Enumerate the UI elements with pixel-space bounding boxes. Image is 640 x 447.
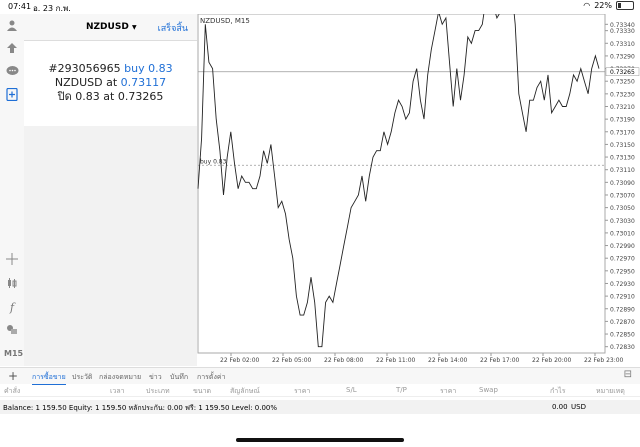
- y-tick-label: 0.73250: [610, 79, 635, 86]
- balance-text: Balance: 1 159.50 Equity: 1 159.50 หลักป…: [3, 404, 278, 412]
- trade-arrows-icon[interactable]: [5, 41, 19, 55]
- y-tick-label: 0.72990: [610, 243, 635, 250]
- col-current-price: ราคา: [440, 387, 457, 395]
- left-toolbar: f M15: [0, 14, 25, 366]
- symbol-dropdown[interactable]: NZDUSD ▼: [86, 22, 137, 32]
- x-tick-label: 22 Feb 02:00: [220, 357, 260, 364]
- tab-settings[interactable]: การตั้งค่า: [197, 372, 226, 383]
- order-result: #293056965 buy 0.83 NZDUSD at 0.73117 ปิ…: [24, 62, 197, 104]
- y-tick-label: 0.73310: [610, 41, 635, 48]
- y-tick-label: 0.73330: [610, 28, 635, 35]
- function-icon[interactable]: f: [5, 300, 19, 314]
- y-tick-label: 0.72850: [610, 332, 635, 339]
- y-tick-label: 0.73150: [610, 142, 635, 149]
- candlestick-icon[interactable]: [5, 276, 19, 290]
- chart-svg[interactable]: NZDUSD, M150.733400.733300.733100.732900…: [197, 14, 640, 366]
- y-tick-label: 0.73230: [610, 91, 635, 98]
- shapes-icon[interactable]: [5, 322, 19, 336]
- tab-news[interactable]: ข่าว: [149, 372, 162, 383]
- chart-header: NZDUSD, M15: [200, 17, 250, 25]
- crosshair-icon[interactable]: [5, 252, 19, 266]
- x-tick-label: 22 Feb 08:00: [324, 357, 364, 364]
- x-tick-label: 22 Feb 11:00: [376, 357, 416, 364]
- chevron-down-icon: ▼: [131, 24, 137, 31]
- col-swap: Swap: [479, 386, 498, 394]
- order-symbol-line: NZDUSD at: [54, 76, 118, 89]
- y-tick-label: 0.73090: [610, 180, 635, 187]
- currency: USD: [571, 403, 586, 411]
- col-tp: T/P: [396, 386, 407, 394]
- x-tick-label: 22 Feb 05:00: [272, 357, 312, 364]
- status-time: 07:41: [8, 2, 32, 11]
- battery-percent: 22%: [594, 1, 612, 10]
- column-headers: คำสั่ง เวลา ประเภท ขนาด สัญลักษณ์ ราคา S…: [0, 384, 640, 397]
- x-tick-label: 22 Feb 17:00: [480, 357, 520, 364]
- y-tick-label: 0.73010: [610, 230, 635, 237]
- y-tick-label: 0.72890: [610, 306, 635, 313]
- order-open-price: 0.73117: [120, 76, 167, 89]
- y-tick-label: 0.73110: [610, 167, 635, 174]
- col-volume: ขนาด: [193, 387, 212, 395]
- y-tick-label: 0.73070: [610, 192, 635, 199]
- y-tick-label: 0.72970: [610, 256, 635, 263]
- y-tick-label: 0.73290: [610, 53, 635, 60]
- y-tick-label: 0.72930: [610, 281, 635, 288]
- chat-icon[interactable]: [5, 64, 19, 78]
- tab-history[interactable]: ประวัติ: [72, 372, 92, 383]
- bottom-tabs: + การซื้อขาย ประวัติ กล่องจดหมาย ข่าว บั…: [0, 367, 640, 385]
- y-tick-label: 0.73210: [610, 104, 635, 111]
- col-profit: กำไร: [550, 387, 566, 395]
- status-right: ◠ 22%: [583, 1, 634, 10]
- home-indicator[interactable]: [236, 438, 404, 442]
- order-panel-header: NZDUSD ▼ เสร็จสิ้น: [24, 14, 197, 41]
- balance-row[interactable]: Balance: 1 159.50 Equity: 1 159.50 หลักป…: [0, 400, 640, 414]
- current-price-label: 0.73265: [610, 69, 635, 76]
- order-level-label: buy 0.83: [200, 158, 227, 165]
- order-panel: NZDUSD ▼ เสร็จสิ้น #293056965 buy 0.83 N…: [24, 14, 197, 126]
- y-tick-label: 0.73030: [610, 218, 635, 225]
- tab-mailbox[interactable]: กล่องจดหมาย: [99, 372, 141, 383]
- col-time: เวลา: [110, 387, 125, 395]
- col-order: คำสั่ง: [4, 387, 21, 395]
- y-tick-label: 0.72830: [610, 344, 635, 351]
- timeframe-label[interactable]: M15: [4, 349, 23, 358]
- status-bar: 07:41 อ. 23 ก.พ. ◠ 22%: [0, 0, 640, 13]
- y-tick-label: 0.73190: [610, 117, 635, 124]
- y-tick-label: 0.73130: [610, 155, 635, 162]
- symbol-dropdown-label: NZDUSD: [86, 22, 129, 32]
- user-icon[interactable]: [5, 18, 19, 32]
- col-price: ราคา: [294, 387, 311, 395]
- wifi-icon: ◠: [583, 1, 591, 10]
- add-icon[interactable]: +: [8, 369, 18, 383]
- plot-area: [197, 14, 606, 354]
- col-type: ประเภท: [146, 387, 170, 395]
- col-symbol: สัญลักษณ์: [230, 387, 260, 395]
- y-tick-label: 0.72950: [610, 268, 635, 275]
- battery-icon: [616, 1, 634, 10]
- col-comment: หมายเหตุ: [596, 387, 625, 395]
- x-tick-label: 22 Feb 20:00: [532, 357, 572, 364]
- new-order-icon[interactable]: [5, 87, 19, 101]
- tab-journal[interactable]: บันทึก: [170, 372, 188, 383]
- order-close-line: ปิด 0.83 at 0.73265: [57, 90, 164, 103]
- y-tick-label: 0.73050: [610, 205, 635, 212]
- price-chart[interactable]: NZDUSD, M15 0.73340 0.73330 0.73310 0.73290 0…: [197, 14, 640, 366]
- panel-empty-area: [24, 126, 197, 366]
- y-tick-label: 0.72870: [610, 319, 635, 326]
- order-number: #293056965: [48, 62, 121, 75]
- done-button[interactable]: เสร็จสิ้น: [158, 21, 188, 35]
- x-tick-label: 22 Feb 14:00: [428, 357, 468, 364]
- layout-toggle-icon[interactable]: ⊟: [624, 369, 632, 380]
- y-tick-label: 0.73170: [610, 129, 635, 136]
- col-sl: S/L: [346, 386, 357, 394]
- order-action: buy 0.83: [124, 62, 173, 75]
- total-profit: 0.00: [552, 403, 568, 411]
- y-tick-label: 0.72910: [610, 294, 635, 301]
- x-tick-label: 22 Feb 23:00: [584, 357, 624, 364]
